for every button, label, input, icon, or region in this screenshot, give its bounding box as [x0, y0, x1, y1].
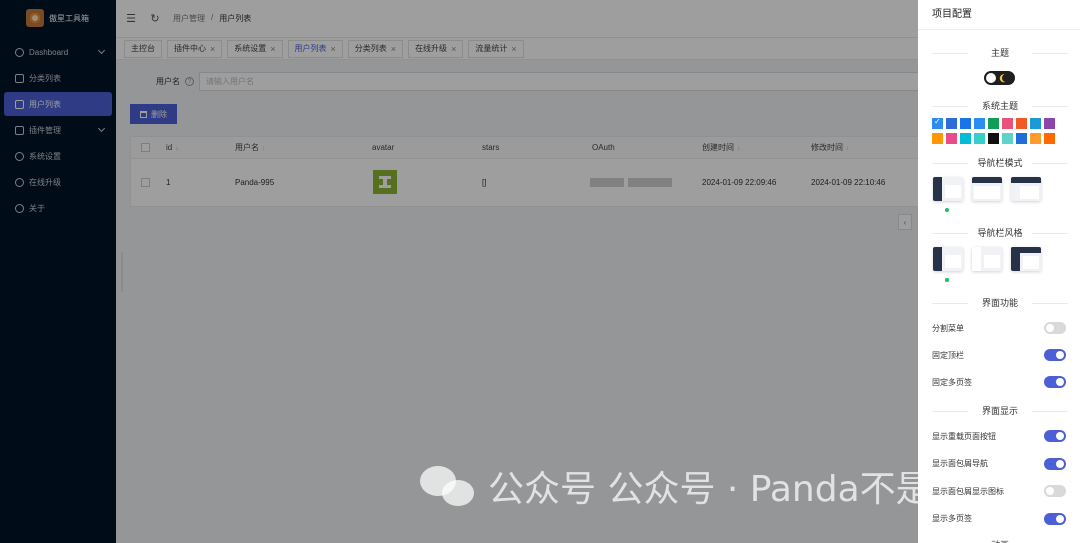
nav-style-header-dark-option[interactable] — [1011, 247, 1041, 271]
switch-knob — [1046, 324, 1054, 332]
features-toggle-switch[interactable] — [1044, 322, 1066, 334]
nav-mode-sidebar-option[interactable] — [933, 177, 963, 201]
features-label: 固定顶栏 — [932, 350, 964, 360]
switch-knob — [1056, 351, 1064, 359]
theme-color-swatch[interactable] — [932, 117, 943, 129]
switch-knob — [1056, 514, 1064, 523]
theme-color-row-2 — [932, 133, 1055, 144]
features-row-2: 固定多页签 — [932, 376, 1066, 388]
wechat-icon — [420, 464, 476, 508]
switch-knob — [1046, 487, 1054, 495]
theme-color-swatch[interactable] — [946, 133, 957, 144]
display-toggle-switch[interactable] — [1044, 512, 1066, 525]
settings-drawer: 项目配置 主题 系统主题 导航栏模式 导航栏风格 界面功能 分割菜单固定顶栏固定… — [918, 0, 1080, 543]
theme-color-swatch[interactable] — [960, 118, 971, 129]
theme-color-swatch[interactable] — [1044, 133, 1055, 144]
theme-color-swatch[interactable] — [1044, 118, 1055, 129]
display-toggle-switch[interactable] — [1044, 485, 1066, 497]
nav-style-light-option[interactable] — [972, 247, 1002, 271]
theme-color-swatch[interactable] — [1030, 133, 1041, 144]
switch-knob — [1056, 378, 1064, 386]
display-toggle-switch[interactable] — [1044, 430, 1066, 442]
display-row-3: 显示多页签 — [932, 512, 1066, 525]
features-section-title: 界面功能 — [932, 296, 1068, 309]
features-row-0: 分割菜单 — [932, 322, 1066, 334]
theme-color-swatch[interactable] — [974, 118, 985, 129]
display-toggle-switch[interactable] — [1044, 457, 1066, 470]
nav-style-dark-option[interactable] — [933, 247, 963, 271]
theme-color-swatch[interactable] — [1016, 118, 1027, 129]
display-row-2: 显示面包屑显示图标 — [932, 485, 1066, 497]
theme-color-row-1 — [932, 117, 1055, 129]
theme-color-swatch[interactable] — [1002, 118, 1013, 129]
theme-color-swatch[interactable] — [946, 118, 957, 129]
display-label: 显示面包屑导航 — [932, 459, 988, 468]
nav-mode-section-title: 导航栏模式 — [932, 156, 1068, 169]
scroll-handle[interactable] — [121, 252, 123, 292]
system-theme-section-title: 系统主题 — [932, 99, 1068, 112]
drawer-title: 项目配置 — [918, 0, 1080, 30]
switch-knob — [1056, 459, 1064, 468]
theme-color-swatch[interactable] — [988, 133, 999, 144]
animation-section-title: 动画 — [932, 538, 1068, 543]
theme-section-title: 主题 — [932, 46, 1068, 59]
switch-knob — [1056, 432, 1064, 440]
features-toggle-switch[interactable] — [1044, 376, 1066, 388]
theme-color-swatch[interactable] — [1016, 133, 1027, 144]
display-label: 显示多页签 — [932, 514, 972, 523]
nav-mode-top-option[interactable] — [972, 177, 1002, 201]
features-label: 固定多页签 — [932, 377, 972, 387]
theme-color-swatch[interactable] — [960, 133, 971, 144]
features-toggle-switch[interactable] — [1044, 349, 1066, 361]
theme-color-swatch[interactable] — [974, 133, 985, 144]
theme-color-swatch[interactable] — [1030, 118, 1041, 129]
features-label: 分割菜单 — [932, 323, 964, 333]
theme-color-swatch[interactable] — [932, 133, 943, 144]
display-section-title: 界面显示 — [932, 404, 1068, 417]
watermark: 公众号 公众号 · Panda不是猫 — [420, 460, 968, 512]
dark-mode-toggle[interactable] — [984, 71, 1015, 85]
display-row-0: 显示重载页面按钮 — [932, 430, 1066, 442]
theme-color-swatch[interactable] — [988, 118, 999, 129]
toggle-knob — [986, 73, 996, 83]
moon-icon — [1001, 73, 1011, 83]
display-label: 显示重载页面按钮 — [932, 431, 996, 441]
nav-mode-selected-dot — [945, 208, 949, 212]
nav-style-section-title: 导航栏风格 — [932, 226, 1068, 239]
features-row-1: 固定顶栏 — [932, 349, 1066, 361]
nav-mode-mixed-option[interactable] — [1011, 177, 1041, 201]
theme-color-swatch[interactable] — [1002, 133, 1013, 144]
nav-style-selected-dot — [945, 278, 949, 282]
display-row-1: 显示面包屑导航 — [932, 457, 1066, 470]
display-label: 显示面包屑显示图标 — [932, 486, 1004, 496]
watermark-text: 公众号 公众号 · Panda不是猫 — [488, 469, 968, 510]
